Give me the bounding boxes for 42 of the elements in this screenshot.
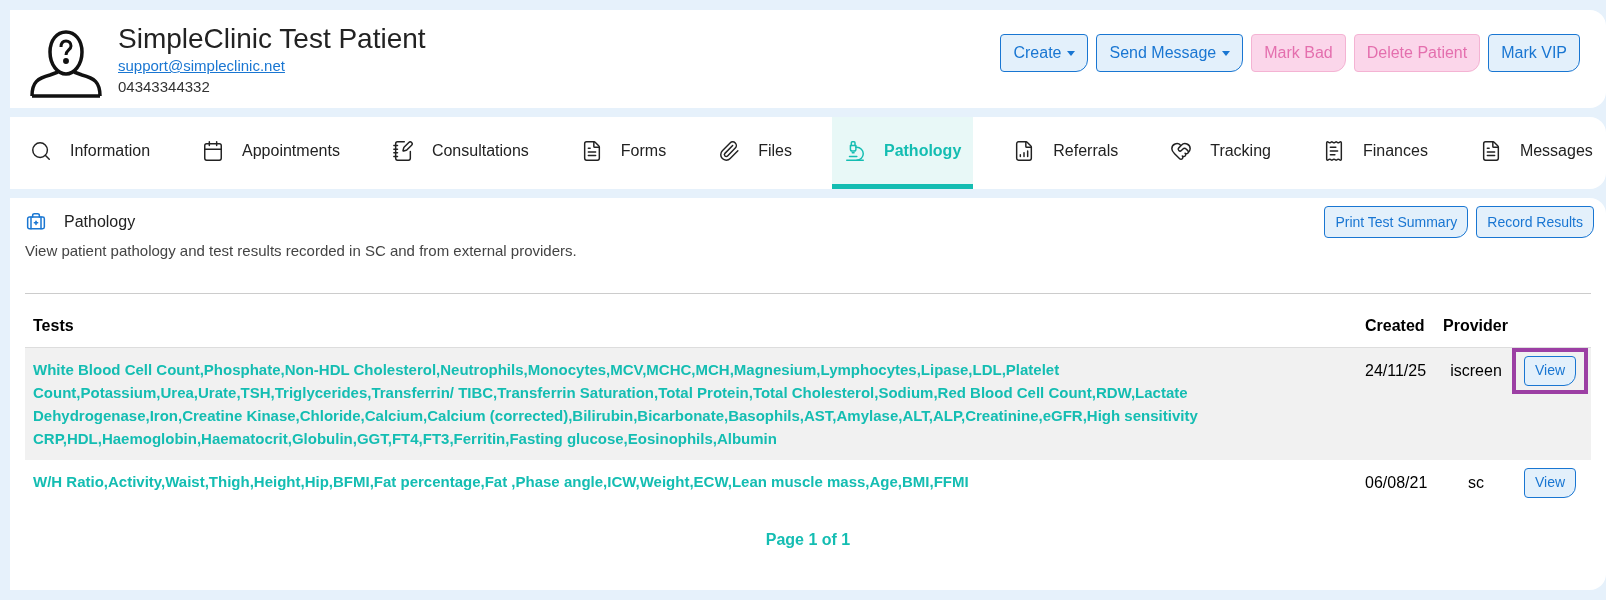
column-header: Provider	[1443, 315, 1509, 336]
action-button[interactable]: Create	[1000, 34, 1089, 72]
view-button[interactable]: View	[1523, 355, 1577, 386]
section-title: Pathology	[64, 212, 136, 232]
tab[interactable]: Pathology	[831, 117, 974, 189]
calendar-icon	[202, 139, 225, 162]
created-date: 24/11/25	[1365, 360, 1428, 381]
section-button[interactable]: Record Results	[1476, 206, 1594, 238]
created-date: 06/08/21	[1365, 472, 1429, 493]
caret-icon	[1067, 50, 1076, 56]
medical-case-icon	[26, 212, 46, 232]
provider-name: iscreen	[1449, 360, 1503, 381]
microscope-icon	[843, 139, 866, 162]
column-header: Created	[1365, 315, 1426, 336]
action-button[interactable]: Delete Patient	[1353, 34, 1481, 72]
tab[interactable]: Messages	[1467, 117, 1605, 189]
search-icon	[30, 139, 52, 162]
patient-name: SimpleClinic Test Patient	[118, 22, 426, 56]
phone-number: 04343344332	[118, 77, 211, 97]
notepad-icon	[391, 139, 414, 162]
tab[interactable]: Referrals	[1001, 117, 1131, 189]
action-button[interactable]: Mark Bad	[1251, 34, 1346, 72]
column-header: Tests	[32, 315, 75, 336]
tests-link[interactable]: White Blood Cell Count,Phosphate,Non-HDL Cholesterol,Neutrophils,Monocytes,MCV,MCHC,MCH,Magnesium,Lymphocytes,Lipase,LDL,Platelet Count,Potassium,Urea,Urate,TSH,Triglycerides,Transferrin/ TIBC,Transferrin Saturation,Total Protein,Total Cholesterol,Sodium,Red Blood Cell Count,RDW,Lactate Dehydrogenase,Iron,Creatine Kinase,Chloride,Calcium,Calcium (corrected),Bilirubin,Bicarbonate,Basophils,AST,Amylase,ALT,ALP,Creatinine,eGFR,High sensitivity CRP,HDL,Haemoglobin,Haematocrit,Globulin,GGT,FT4,FT3,Ferritin,Fasting glucose,Eosinophils,Albumin	[25, 357, 1255, 450]
paperclip-icon	[718, 139, 741, 162]
tab[interactable]: Information	[18, 117, 163, 189]
email-link[interactable]: support@simpleclinic.net	[118, 56, 426, 76]
tab[interactable]: Files	[706, 117, 804, 189]
tab[interactable]: Tracking	[1158, 117, 1283, 189]
tab[interactable]: Forms	[568, 117, 679, 189]
tab[interactable]: Finances	[1310, 117, 1440, 189]
section-description: View patient pathology and test results recorded in SC and from external providers.	[24, 241, 578, 261]
action-button[interactable]: Send Message	[1096, 34, 1244, 72]
tab[interactable]: Consultations	[379, 117, 541, 189]
provider-name: sc	[1467, 472, 1485, 493]
tests-link[interactable]: W/H Ratio,Activity,Waist,Thigh,Height,Hip,BFMI,Fat percentage,Fat ,Phase angle,ICW,Weight,ECW,Lean muscle mass,Age,BMI,FFMI	[25, 469, 1255, 493]
action-button[interactable]: Mark VIP	[1488, 34, 1580, 72]
tab[interactable]: Appointments	[190, 117, 352, 189]
page-indicator: Page 1 of 1	[765, 529, 851, 550]
section-button[interactable]: Print Test Summary	[1324, 206, 1469, 238]
view-button[interactable]: View	[1523, 467, 1577, 498]
caret-icon	[1222, 50, 1231, 56]
